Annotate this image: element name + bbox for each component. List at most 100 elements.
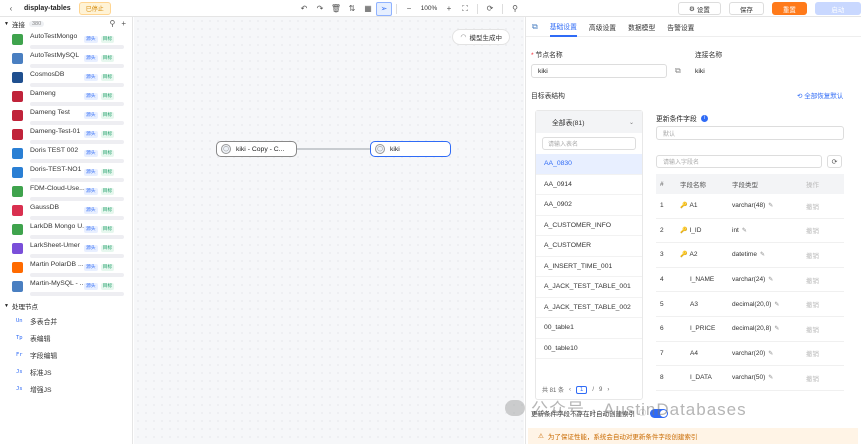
undo-field-button[interactable]: 撤销 xyxy=(806,348,844,358)
copy-icon[interactable]: ⧉ xyxy=(675,66,681,76)
undo-icon[interactable]: ↶ xyxy=(296,2,312,16)
table-list-item[interactable]: 00_table1 xyxy=(536,318,642,339)
database-logo-icon xyxy=(12,281,23,292)
tab-advanced[interactable]: 高级设置 xyxy=(589,17,616,37)
refresh-icon[interactable]: ⟳ xyxy=(482,2,498,16)
processors-header[interactable]: ▼ 处理节点 xyxy=(0,299,132,312)
add-icon[interactable]: + xyxy=(121,19,126,28)
search-icon[interactable]: ⚲ xyxy=(109,19,115,28)
edit-icon[interactable]: ✎ xyxy=(768,276,773,283)
connection-item[interactable]: Martin-MySQL - ... 源头 目标 xyxy=(0,277,132,296)
undo-field-button[interactable]: 撤销 xyxy=(806,225,844,235)
target-tag: 目标 xyxy=(100,283,115,290)
tab-alert[interactable]: 告警设置 xyxy=(667,17,694,37)
dag-canvas[interactable]: ◠ 模型生成中 ◯ kiki - Copy - C... ◯ kiki xyxy=(134,17,524,444)
next-page-icon[interactable]: › xyxy=(607,387,609,393)
source-node[interactable]: ◯ kiki - Copy - C... xyxy=(216,141,297,157)
refresh-fields-button[interactable]: ⟳ xyxy=(827,155,842,168)
processor-name: 表编辑 xyxy=(30,335,51,343)
edit-icon[interactable]: ✎ xyxy=(768,202,773,209)
undo-field-button[interactable]: 撤销 xyxy=(806,373,844,383)
zoom-out-icon[interactable]: − xyxy=(401,2,417,16)
info-icon[interactable]: i xyxy=(700,114,708,122)
edit-icon[interactable]: ✎ xyxy=(774,325,779,332)
connection-item[interactable]: AutoTestMySQL 源头 目标 xyxy=(0,49,132,68)
connection-item[interactable]: AutoTestMongo 源头 目标 xyxy=(0,30,132,49)
save-button[interactable]: 保存 xyxy=(728,2,764,15)
table-list-item[interactable]: AA_0830 xyxy=(536,154,642,175)
edit-icon[interactable]: ✎ xyxy=(768,350,773,357)
processors-title: 处理节点 xyxy=(11,303,38,311)
layout-icon[interactable]: ▦ xyxy=(360,2,376,16)
select-pointer-icon[interactable]: ➢ xyxy=(376,1,392,16)
tab-basic[interactable]: 基础设置 xyxy=(549,17,577,37)
table-filter-dropdown[interactable]: 全部表(81) ⌄ xyxy=(536,111,642,133)
connection-item[interactable]: LarkSheet-Umer 源头 目标 xyxy=(0,239,132,258)
undo-field-button[interactable]: 撤销 xyxy=(806,201,844,211)
connection-item[interactable]: Martin PolarDB ... 源头 目标 xyxy=(0,258,132,277)
delete-icon[interactable]: 🗑 xyxy=(328,2,344,16)
table-list-item[interactable]: A_CUSTOMER_INFO xyxy=(536,216,642,236)
undo-field-button[interactable]: 撤销 xyxy=(806,250,844,260)
prev-page-icon[interactable]: ‹ xyxy=(569,387,571,393)
undo-field-button[interactable]: 撤销 xyxy=(806,299,844,309)
connection-item[interactable]: Doris TEST 002 源头 目标 xyxy=(0,144,132,163)
table-list-item[interactable]: A_JACK_TEST_TABLE_002 xyxy=(536,298,642,318)
update-fields-select[interactable]: 默认 xyxy=(656,126,844,140)
fit-screen-icon[interactable]: ⛶ xyxy=(457,2,473,16)
table-list-item[interactable]: 00_table10 xyxy=(536,339,642,359)
redo-icon[interactable]: ↷ xyxy=(312,2,328,16)
table-list-item[interactable]: AA_0902 xyxy=(536,195,642,216)
update-fields-label: 更新条件字段 xyxy=(656,116,697,123)
processor-item[interactable]: Un 多表合并 xyxy=(0,312,132,329)
connection-detail-redacted xyxy=(30,292,124,296)
node-name-input[interactable]: kiki xyxy=(531,64,667,78)
connection-item[interactable]: Dameng-Test-01 源头 目标 xyxy=(0,125,132,144)
connection-item[interactable]: CosmosDB 源头 目标 xyxy=(0,68,132,87)
align-icon[interactable]: ⇅ xyxy=(344,2,360,16)
search-icon[interactable]: ⚲ xyxy=(507,2,523,16)
auto-index-option: 更新条件字段不存在时自动创建索引 ⓘ xyxy=(531,408,668,418)
edit-icon[interactable]: ✎ xyxy=(742,227,747,234)
table-list-item[interactable]: A_JACK_TEST_TABLE_001 xyxy=(536,277,642,298)
table-list-item[interactable]: AA_0914 xyxy=(536,175,642,195)
undo-field-button[interactable]: 撤销 xyxy=(806,275,844,285)
field-name: A4 xyxy=(690,349,698,357)
back-arrow-icon[interactable]: ‹ xyxy=(4,4,18,13)
start-button[interactable]: 启动 xyxy=(814,2,861,15)
connection-item[interactable]: Dameng Test 源头 目标 xyxy=(0,106,132,125)
edit-icon[interactable]: ✎ xyxy=(774,301,779,308)
field-rows: 1 🔑 A1 varchar(48) ✎ 撤销 2 🔑 I_ID int ✎ 撤销 3 🔑 A2 dateti… xyxy=(656,194,844,391)
connection-item[interactable]: LarkDB Mongo U... 源头 目标 xyxy=(0,220,132,239)
table-search-input[interactable]: 请输入表名 xyxy=(542,137,636,150)
processor-item[interactable]: Js 增强JS xyxy=(0,380,132,397)
processor-item[interactable]: Tp 表编辑 xyxy=(0,329,132,346)
connection-item[interactable]: Dameng 源头 目标 xyxy=(0,87,132,106)
processor-item[interactable]: Fr 字段编辑 xyxy=(0,346,132,363)
processor-item[interactable]: Js 标准JS xyxy=(0,363,132,380)
field-row: 2 🔑 I_ID int ✎ 撤销 xyxy=(656,219,844,244)
current-page[interactable]: 1 xyxy=(576,385,588,394)
connection-item[interactable]: GaussDB 源头 目标 xyxy=(0,201,132,220)
connections-header[interactable]: ▼ 连接 380 ⚲ + xyxy=(0,17,132,30)
restore-defaults-button[interactable]: ⟲ 全部恢复默认 xyxy=(797,90,843,100)
target-tag: 目标 xyxy=(100,169,115,176)
connection-item[interactable]: FDM-Cloud-Use... 源头 目标 xyxy=(0,182,132,201)
settings-button[interactable]: ⚙ 设置 xyxy=(678,2,721,15)
table-list-item[interactable]: A_INSERT_TIME_001 xyxy=(536,257,642,277)
field-search-input[interactable]: 请输入字段名 xyxy=(656,155,822,168)
auto-index-toggle[interactable] xyxy=(650,408,668,418)
connection-name: Martin-MySQL - ... xyxy=(30,280,86,287)
connection-item[interactable]: Doris-TEST-NO1 源头 目标 xyxy=(0,163,132,182)
target-node[interactable]: ◯ kiki xyxy=(370,141,451,157)
edit-icon[interactable]: ✎ xyxy=(760,251,765,258)
table-list-item[interactable]: A_CUSTOMER xyxy=(536,236,642,257)
help-icon[interactable]: ⓘ xyxy=(639,408,646,418)
reset-button[interactable]: 重置 xyxy=(771,2,807,15)
edit-icon[interactable]: ✎ xyxy=(768,374,773,381)
col-field-type: 字段类型 xyxy=(732,182,758,189)
undo-field-button[interactable]: 撤销 xyxy=(806,324,844,334)
tab-data-model[interactable]: 数据模型 xyxy=(628,17,655,37)
zoom-in-icon[interactable]: + xyxy=(441,2,457,16)
node-name-label: * 节点名称 xyxy=(531,52,563,59)
